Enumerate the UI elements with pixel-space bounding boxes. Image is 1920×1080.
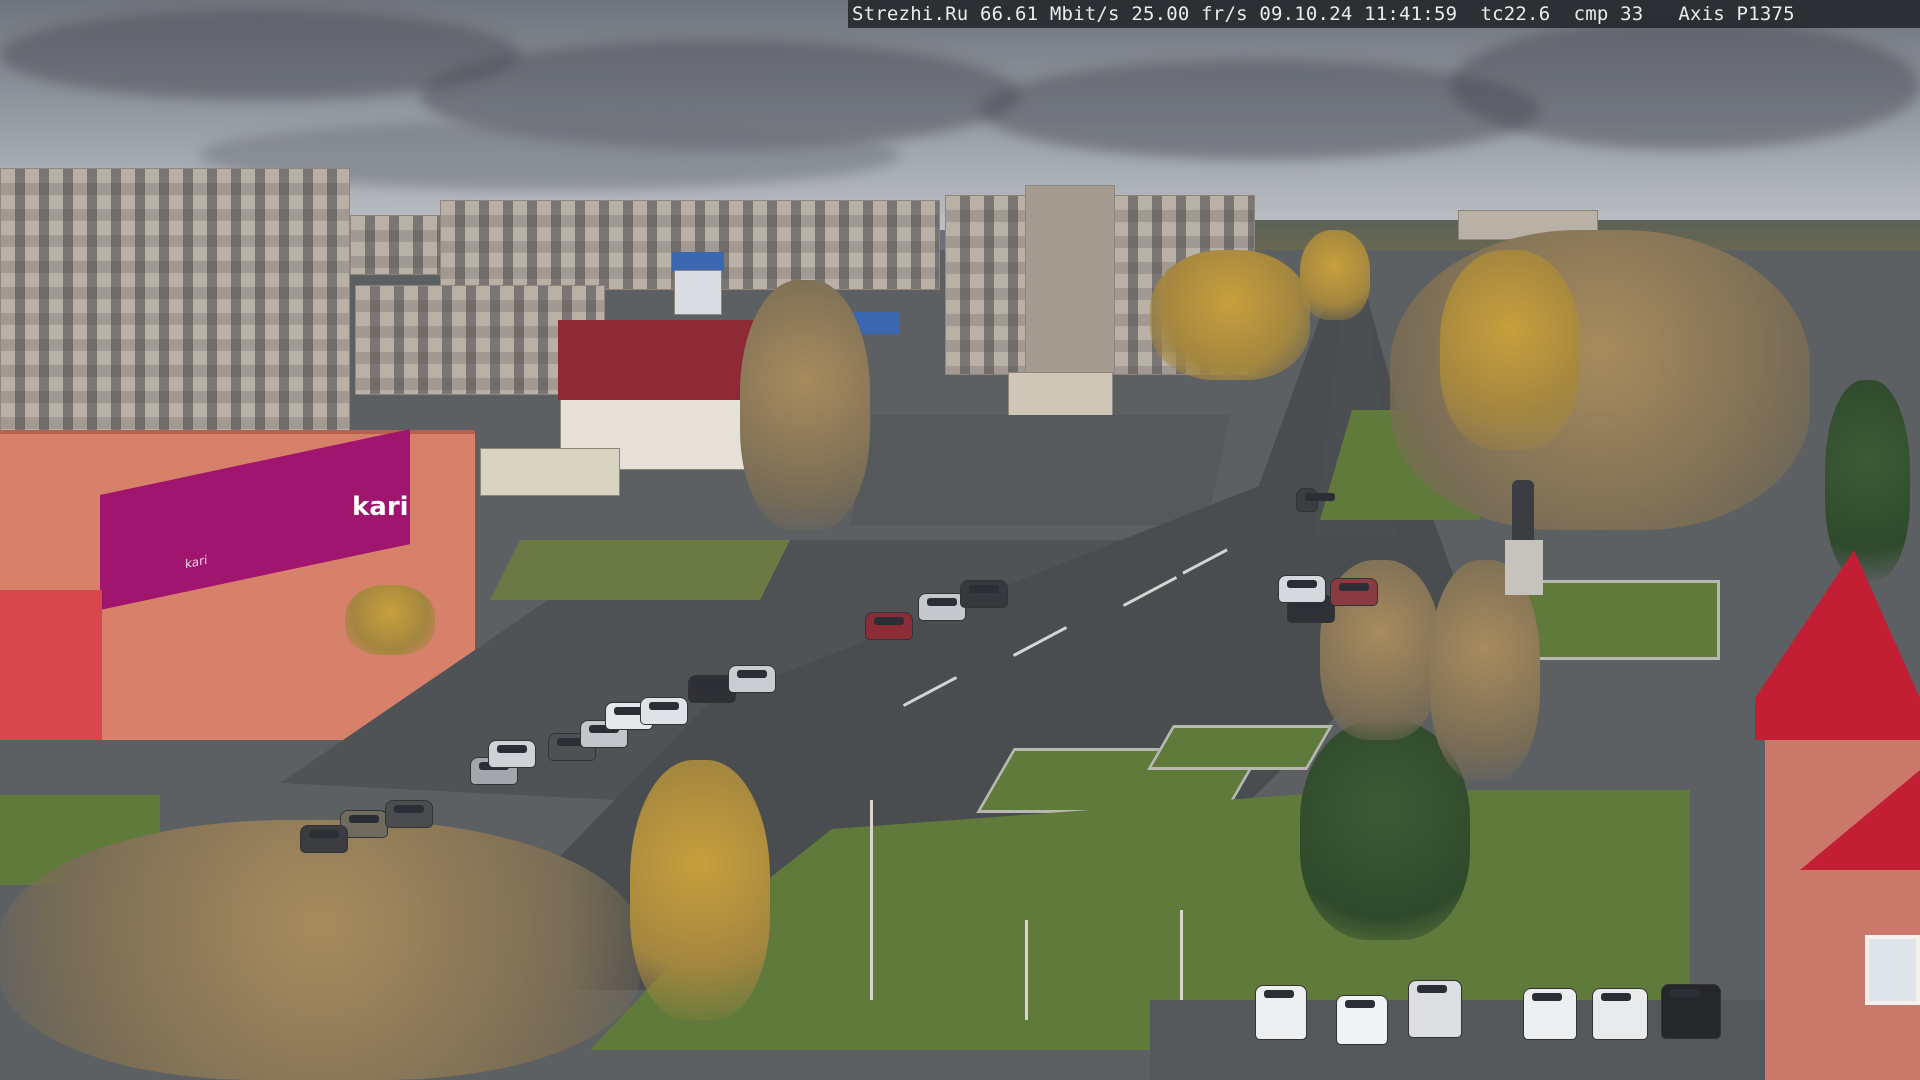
shrub [345,585,435,655]
car [1330,578,1378,606]
car [640,697,688,725]
car [918,593,966,621]
car [300,825,348,853]
tree [630,760,770,1020]
right-building [1765,700,1920,1080]
parked-car [1592,988,1648,1040]
car [385,800,433,828]
kiosk-building [1008,372,1113,417]
monument-statue [1512,480,1534,540]
parked-car [1408,980,1462,1038]
tree [1300,230,1370,320]
car [960,580,1008,608]
shop-pavilion [480,448,620,496]
car [865,612,913,640]
parked-car [1523,988,1577,1040]
foreground-trees [0,820,640,1080]
webcam-frame: kari kari Strezhi.Ru 66.61 Mbit/s 25.00 … [0,0,1920,1080]
tree [1440,250,1580,450]
apartment-tower [1025,185,1115,375]
parked-car [1255,985,1307,1040]
tree [740,280,870,530]
car [1278,575,1326,603]
red-facade [0,590,102,740]
red-roof [558,320,753,400]
car [728,665,776,693]
camera-info-text: Strezhi.Ru 66.61 Mbit/s 25.00 fr/s 09.10… [852,3,1795,25]
parked-car [1336,995,1388,1045]
store-logo: kari [352,492,409,522]
blue-roof-tower [672,252,724,272]
monument-pedestal [1505,540,1543,595]
lamp-post [1180,910,1183,1000]
lamp-post [1025,920,1028,1020]
lawn [490,540,790,600]
central-square [850,415,1230,525]
lamp-post [870,800,873,1000]
lawn-bed [1147,725,1333,770]
spruce-tree [1825,380,1910,580]
tower [674,270,722,315]
car [488,740,536,768]
window [1865,935,1920,1005]
parked-car [1661,984,1721,1039]
car [1296,488,1335,512]
tree [1150,250,1310,380]
